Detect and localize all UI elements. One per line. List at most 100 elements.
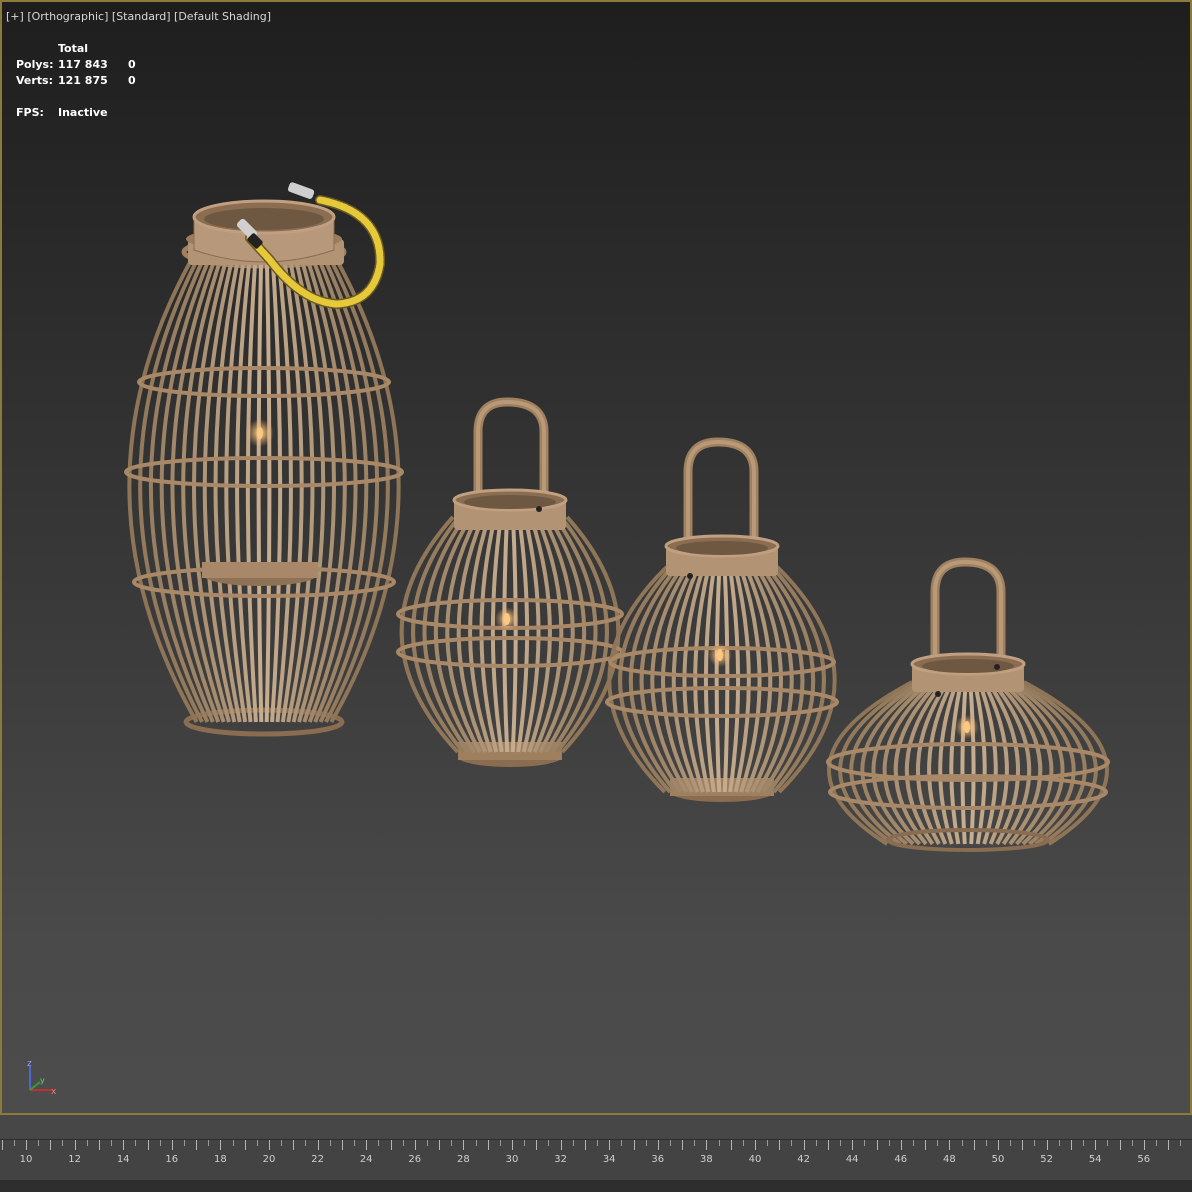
ruler-tick xyxy=(682,1140,684,1150)
ruler-tick-label: 24 xyxy=(359,1154,373,1165)
ruler-tick xyxy=(621,1140,623,1146)
ruler-tick xyxy=(220,1140,222,1150)
ruler-tick xyxy=(560,1140,562,1150)
ruler-tick-label: 14 xyxy=(116,1154,130,1165)
ruler-tick-label: 30 xyxy=(505,1154,519,1165)
ruler-tick xyxy=(86,1140,88,1146)
ruler-tick xyxy=(633,1140,635,1150)
ruler-tick xyxy=(840,1140,842,1146)
bamboo-slat xyxy=(607,565,669,794)
ruler-tick-label: 48 xyxy=(943,1154,956,1165)
polys-label: Polys: xyxy=(16,58,54,71)
ruler-tick xyxy=(827,1140,829,1150)
bamboo-slat xyxy=(949,681,964,845)
lantern-round[interactable] xyxy=(396,397,624,767)
ruler-tick-label: 38 xyxy=(700,1154,713,1165)
ruler-tick xyxy=(900,1140,902,1150)
ruler-tick xyxy=(390,1140,392,1150)
viewport-menu-label[interactable]: [+] xyxy=(6,10,24,23)
viewport-statistics: Total Polys: 117 843 0 Verts: 121 875 0 … xyxy=(16,42,140,122)
ruler-tick xyxy=(305,1140,307,1146)
bamboo-slat xyxy=(516,516,530,753)
ruler-tick xyxy=(912,1140,914,1146)
ruler-tick xyxy=(74,1140,76,1150)
shading-label[interactable]: [Default Shading] xyxy=(174,10,271,23)
ruler-tick xyxy=(123,1140,125,1150)
ruler-tick xyxy=(366,1140,368,1150)
ruler-tick xyxy=(694,1140,696,1146)
ruler-tick xyxy=(341,1140,343,1150)
bamboo-slat xyxy=(270,256,283,723)
viewport-labels: [+] [Orthographic] [Standard] [Default S… xyxy=(6,10,271,23)
bamboo-slat xyxy=(192,256,231,723)
ruler-tick xyxy=(1046,1140,1048,1150)
lantern-flat[interactable] xyxy=(826,557,1110,852)
ruler-tick xyxy=(998,1140,999,1150)
ruler-tick xyxy=(512,1140,513,1150)
perspective-viewport[interactable]: [+] [Orthographic] [Standard] [Default S… xyxy=(0,0,1192,1115)
ruler-tick xyxy=(1180,1140,1182,1146)
scene-render[interactable] xyxy=(2,2,1192,1115)
ruler-tick xyxy=(281,1140,283,1146)
ruler-tick xyxy=(1070,1140,1072,1150)
ruler-tick xyxy=(269,1140,270,1150)
ruler-tick xyxy=(111,1140,113,1146)
ruler-tick xyxy=(852,1140,854,1150)
ruler-tick xyxy=(475,1140,477,1146)
ruler-tick-label: 32 xyxy=(554,1154,567,1165)
time-ruler[interactable]: 10 12 14 16 18 20 22 24 26 28 30 32 34 36 38 40 42 44 46 48… xyxy=(0,1139,1192,1181)
polys-selected: 0 xyxy=(128,58,136,71)
ruler-tick xyxy=(597,1140,599,1146)
ruler-tick xyxy=(718,1140,720,1146)
bamboo-slat xyxy=(968,681,976,845)
timeline[interactable]: 10 12 14 16 18 20 22 24 26 28 30 32 34 36 38 40 42 44 46 48… xyxy=(0,1115,1192,1192)
stats-total-header: Total xyxy=(58,42,89,55)
ruler-tick-label: 26 xyxy=(408,1154,422,1165)
bamboo-slat xyxy=(703,566,717,793)
ruler-tick xyxy=(171,1140,173,1150)
view-type-label[interactable]: [Orthographic] xyxy=(27,10,108,23)
bamboo-slat xyxy=(560,515,621,754)
ruler-tick xyxy=(98,1140,100,1150)
ruler-tick xyxy=(50,1140,52,1150)
ruler-tick xyxy=(293,1140,295,1150)
polys-total: 117 843 xyxy=(58,58,108,71)
ruler-tick-label: 46 xyxy=(894,1154,908,1165)
ruler-tick xyxy=(1058,1140,1060,1146)
ruler-tick xyxy=(888,1140,890,1146)
ruler-tick xyxy=(1168,1140,1170,1150)
ruler-tick xyxy=(487,1140,489,1150)
axis-y-label: y xyxy=(40,1076,45,1085)
ruler-tick xyxy=(803,1140,805,1150)
ruler-tick xyxy=(1,1140,3,1150)
lantern-tall[interactable] xyxy=(124,182,404,737)
ruler-tick xyxy=(62,1140,64,1146)
bamboo-slat xyxy=(727,566,741,793)
bamboo-slat xyxy=(960,681,968,845)
ruler-tick-label: 54 xyxy=(1088,1154,1102,1165)
ruler-tick-label: 40 xyxy=(748,1154,762,1165)
bamboo-slat xyxy=(510,516,518,753)
bamboo-slat xyxy=(972,681,987,845)
verts-total: 121 875 xyxy=(58,74,108,87)
renderer-label[interactable]: [Standard] xyxy=(112,10,171,23)
verts-selected: 0 xyxy=(128,74,136,87)
ruler-tick xyxy=(791,1140,793,1146)
bamboo-slat xyxy=(490,516,504,753)
ruler-tick xyxy=(779,1140,781,1150)
bamboo-slat xyxy=(650,565,690,794)
ruler-tick xyxy=(38,1140,40,1146)
ruler-tick xyxy=(354,1140,356,1146)
ruler-tick xyxy=(135,1140,137,1146)
ruler-tick xyxy=(426,1140,428,1146)
ruler-tick xyxy=(196,1140,198,1150)
ruler-tick xyxy=(669,1140,671,1146)
ruler-tick xyxy=(1034,1140,1036,1146)
lantern-pear[interactable] xyxy=(605,437,839,802)
ruler-tick xyxy=(1155,1140,1157,1146)
axis-gizmo-icon: z x y xyxy=(27,1059,57,1097)
ruler-tick xyxy=(742,1140,744,1146)
ruler-tick xyxy=(1095,1140,1097,1150)
axis-x-label: x xyxy=(51,1087,57,1097)
ruler-tick xyxy=(949,1140,951,1150)
